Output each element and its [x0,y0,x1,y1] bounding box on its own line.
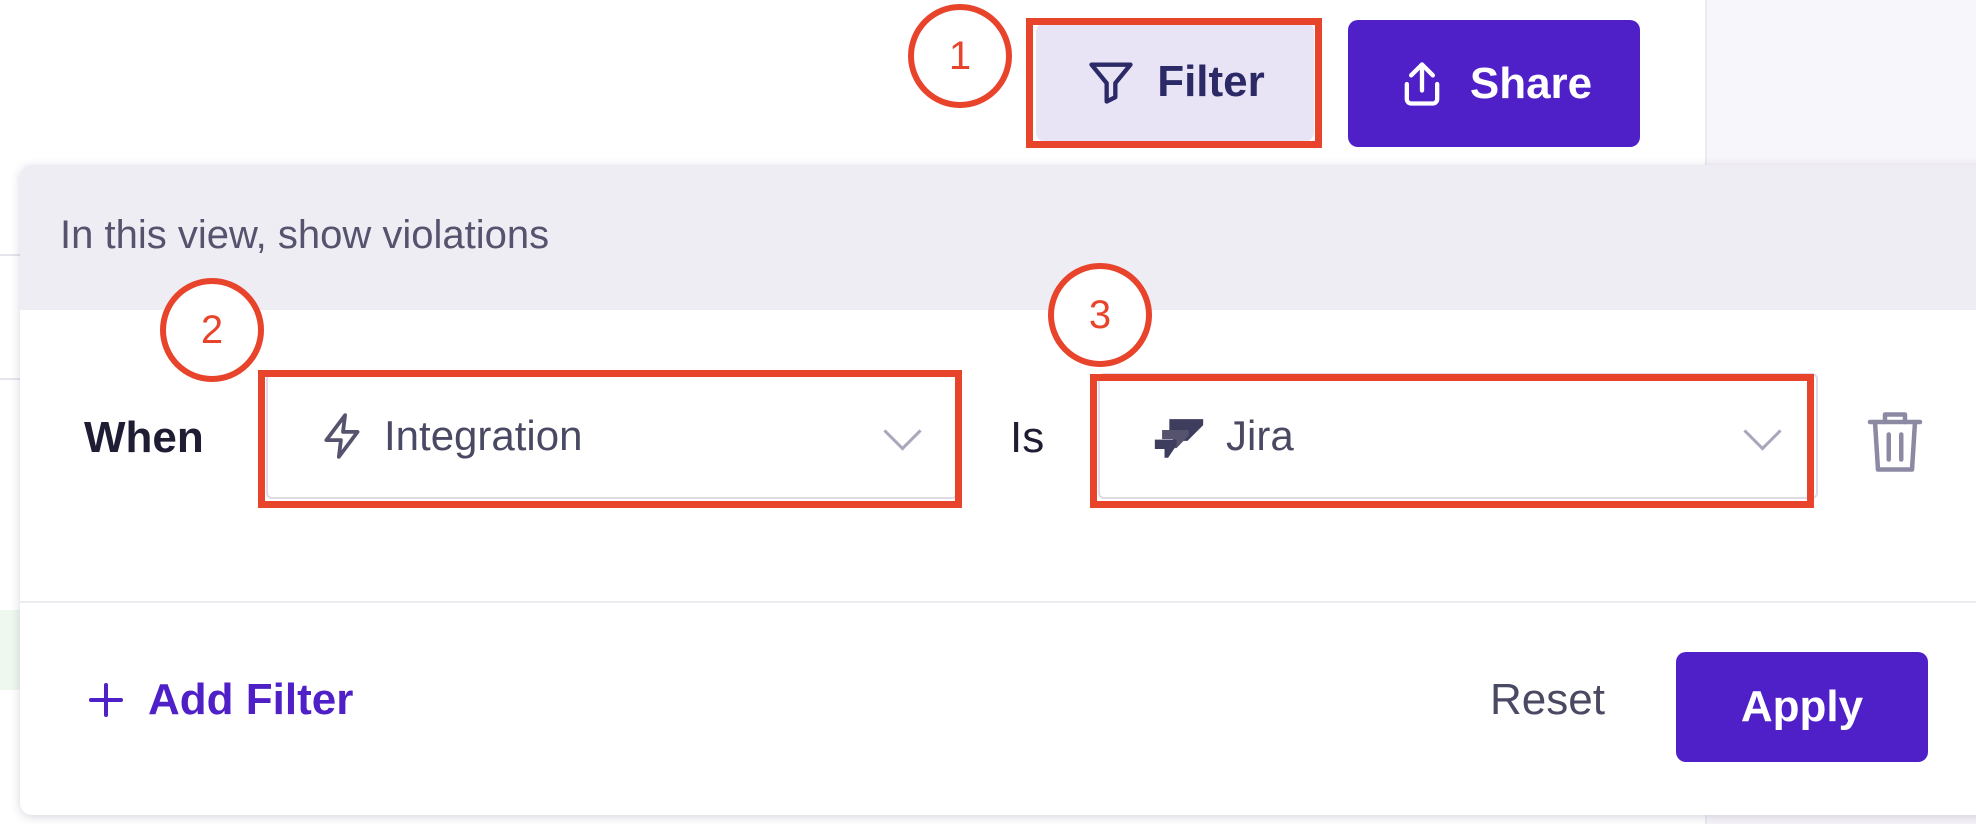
filter-funnel-icon [1089,62,1133,104]
value-select-value: Jira [1226,412,1294,459]
plus-icon [89,683,123,717]
chevron-down-icon [883,412,922,451]
add-filter-button[interactable]: Add Filter [86,675,353,725]
share-upload-icon [1404,61,1440,106]
lightning-icon [324,413,360,459]
share-button-label: Share [1469,58,1593,108]
delete-rule-trash-icon[interactable] [1865,407,1925,477]
filter-button-label: Filter [1157,57,1265,106]
chevron-down-icon [1743,412,1782,451]
background-table-line [0,378,22,380]
is-label: Is [1010,413,1045,462]
apply-button[interactable]: Apply [1676,652,1928,762]
background-table-cell [0,610,20,690]
jira-logo-icon [1154,419,1204,458]
value-select[interactable]: Jira [1098,373,1818,499]
background-table-line [0,254,22,256]
filter-button[interactable]: Filter [1036,22,1314,142]
add-filter-label: Add Filter [148,675,354,724]
share-button[interactable]: Share [1348,20,1640,147]
annotation-marker-1: 1 [908,4,1012,108]
filter-panel: In this view, show violations When Integ… [20,165,1976,815]
filter-panel-title: In this view, show violations [60,213,550,257]
page: Filter Share In this view, show violatio… [0,0,1976,824]
reset-button[interactable]: Reset [1490,675,1605,725]
field-select-value: Integration [384,412,583,459]
field-select[interactable]: Integration [266,373,958,499]
when-label: When [84,413,204,462]
panel-divider [20,601,1976,603]
